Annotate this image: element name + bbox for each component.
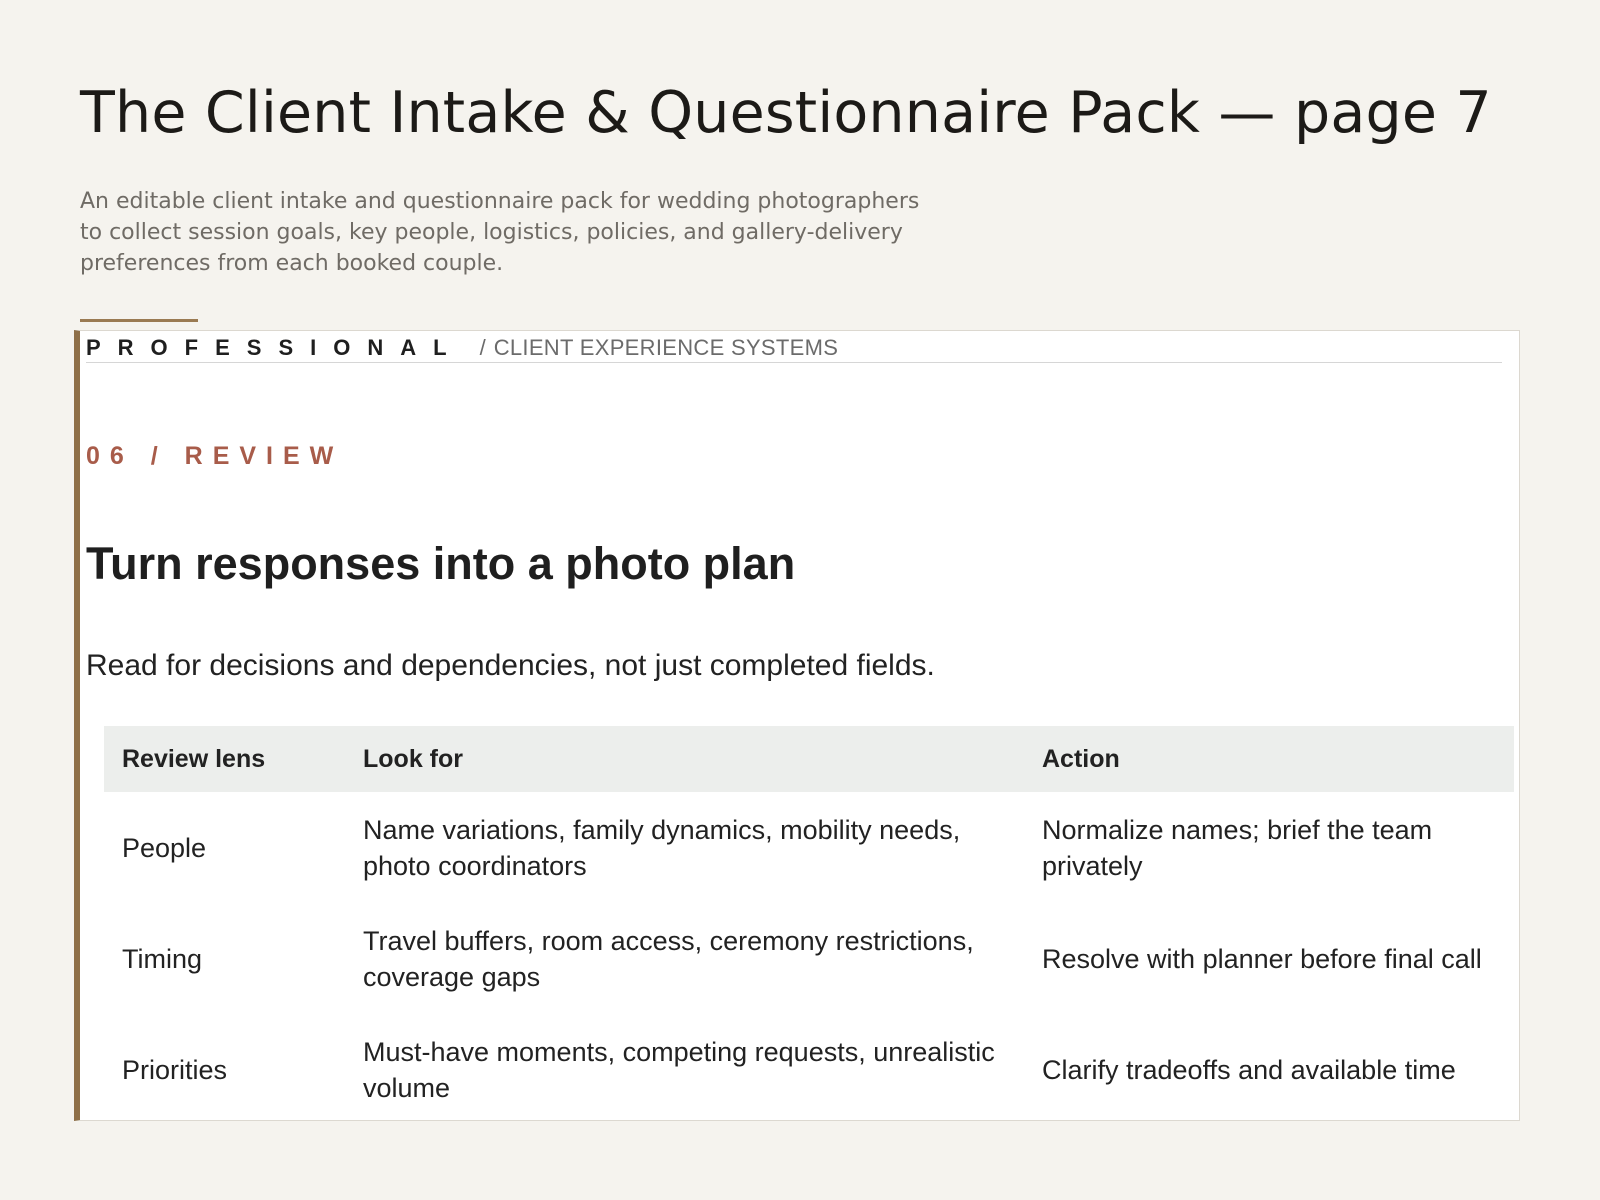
table-row: People Name variations, family dynamics,… — [104, 792, 1514, 903]
table-header-row: Review lens Look for Action — [104, 726, 1514, 792]
cell-action: Clarify tradeoffs and available time — [1042, 1054, 1456, 1085]
table-row: Priorities Must-have moments, competing … — [104, 1014, 1514, 1125]
document-description: An editable client intake and questionna… — [80, 189, 920, 276]
brand-wordmark: PROFESSIONAL — [86, 334, 464, 360]
document-sheet: PROFESSIONAL / CLIENT EXPERIENCE SYSTEMS… — [74, 330, 1520, 1121]
sheet-header: PROFESSIONAL / CLIENT EXPERIENCE SYSTEMS — [86, 333, 1502, 363]
review-table: Review lens Look for Action People Name … — [104, 726, 1514, 1125]
column-header-look-for: Look for — [363, 744, 463, 773]
breadcrumb: CLIENT EXPERIENCE SYSTEMS — [493, 334, 839, 360]
cell-review-lens: Timing — [122, 943, 203, 974]
section-heading: Turn responses into a photo plan — [86, 538, 796, 589]
cell-look-for: Must-have moments, competing requests, u… — [363, 1036, 995, 1103]
cell-action: Resolve with planner before final call — [1042, 943, 1482, 974]
document-title: The Client Intake & Questionnaire Pack —… — [80, 80, 1492, 146]
accent-rule — [80, 319, 198, 322]
cell-action: Normalize names; brief the team privatel… — [1042, 814, 1433, 881]
breadcrumb-separator: / — [479, 334, 486, 360]
section-lede: Read for decisions and dependencies, not… — [86, 649, 935, 682]
cell-review-lens: People — [122, 832, 207, 863]
cell-look-for: Name variations, family dynamics, mobili… — [363, 814, 961, 881]
column-header-review-lens: Review lens — [122, 744, 266, 773]
table-row: Timing Travel buffers, room access, cere… — [104, 903, 1514, 1014]
cell-review-lens: Priorities — [122, 1054, 228, 1085]
page: The Client Intake & Questionnaire Pack —… — [0, 0, 1600, 1200]
cell-look-for: Travel buffers, room access, ceremony re… — [363, 925, 974, 992]
column-header-action: Action — [1042, 744, 1120, 773]
section-kicker: 06 / REVIEW — [86, 442, 344, 470]
